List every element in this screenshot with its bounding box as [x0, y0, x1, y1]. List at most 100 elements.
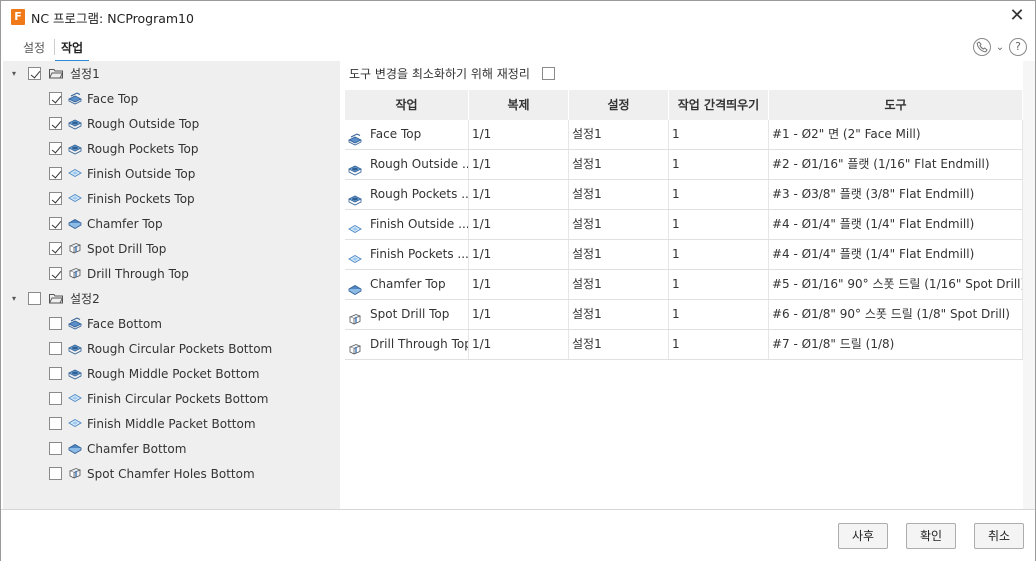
tree-operation-row[interactable]: Finish Circular Pockets Bottom [3, 386, 340, 411]
help-icon[interactable]: ? [1009, 38, 1027, 56]
cell-copy[interactable]: 1/1 [469, 240, 569, 269]
cell-setup[interactable]: 설정1 [569, 180, 669, 209]
vertical-scrollbar[interactable] [1023, 61, 1035, 509]
cell-copy[interactable]: 1/1 [469, 330, 569, 359]
table-row[interactable]: Rough Pockets ... 1/1 설정1 1 #3 - Ø3/8" 플랫 (3… [345, 180, 1023, 210]
operation-checkbox[interactable] [49, 467, 62, 480]
cell-copy[interactable]: 1/1 [469, 210, 569, 239]
phone-support-icon[interactable] [973, 38, 991, 56]
tree-operation-row[interactable]: Finish Outside Top [3, 161, 340, 186]
operation-checkbox[interactable] [49, 342, 62, 355]
tree-operation-row[interactable]: Spot Drill Top [3, 236, 340, 261]
column-header-setup[interactable]: 설정 [569, 90, 669, 120]
operation-label: Spot Chamfer Holes Bottom [87, 466, 255, 481]
cell-offset[interactable]: 1 [669, 300, 769, 329]
cell-setup[interactable]: 설정1 [569, 240, 669, 269]
tree-operation-row[interactable]: Face Bottom [3, 311, 340, 336]
tree-operation-row[interactable]: Chamfer Bottom [3, 436, 340, 461]
expand-toggle-icon[interactable]: ▾ [9, 294, 19, 303]
operation-checkbox[interactable] [49, 117, 62, 130]
tab-divider [54, 39, 55, 55]
cell-tool: #4 - Ø1/4" 플랫 (1/4" Flat Endmill) [769, 240, 1023, 269]
column-header-tool[interactable]: 도구 [769, 90, 1023, 120]
setup-checkbox[interactable] [28, 292, 41, 305]
cell-copy[interactable]: 1/1 [469, 300, 569, 329]
reorder-checkbox[interactable] [541, 66, 555, 80]
table-row[interactable]: Chamfer Top 1/1 설정1 1 #5 - Ø1/16" 90° 스폿 드릴 … [345, 270, 1023, 300]
cell-copy[interactable]: 1/1 [469, 270, 569, 299]
operation-checkbox[interactable] [49, 92, 62, 105]
drill-op-icon [68, 242, 82, 255]
table-row[interactable]: Finish Pockets ... 1/1 설정1 1 #4 - Ø1/4" 플랫 (… [345, 240, 1023, 270]
cell-setup[interactable]: 설정1 [569, 300, 669, 329]
table-row[interactable]: Spot Drill Top 1/1 설정1 1 #6 - Ø1/8" 90° 스폿 드… [345, 300, 1023, 330]
tree-operation-row[interactable]: Chamfer Top [3, 211, 340, 236]
operation-checkbox[interactable] [49, 242, 62, 255]
tree-setup-row[interactable]: ▾ 설정1 [3, 61, 340, 86]
tab-settings[interactable]: 설정 [23, 39, 45, 59]
cell-setup[interactable]: 설정1 [569, 150, 669, 179]
operation-checkbox[interactable] [49, 417, 62, 430]
tree-operation-row[interactable]: Face Top [3, 86, 340, 111]
column-header-operation[interactable]: 작업 [345, 90, 469, 120]
chamfer-op-icon [68, 442, 82, 455]
cancel-button[interactable]: 취소 [974, 523, 1024, 549]
operations-table: 작업 복제 설정 작업 간격띄우기 도구 Face Top 1/1 설정1 1 #1 -… [345, 90, 1023, 360]
cell-offset[interactable]: 1 [669, 120, 769, 149]
operation-checkbox[interactable] [49, 367, 62, 380]
operation-label: Rough Middle Pocket Bottom [87, 366, 260, 381]
cell-setup[interactable]: 설정1 [569, 210, 669, 239]
operation-checkbox[interactable] [49, 217, 62, 230]
cell-setup[interactable]: 설정1 [569, 120, 669, 149]
operation-checkbox[interactable] [49, 392, 62, 405]
tree-operation-row[interactable]: Rough Circular Pockets Bottom [3, 336, 340, 361]
tree-operation-row[interactable]: Finish Middle Packet Bottom [3, 411, 340, 436]
operation-checkbox[interactable] [49, 317, 62, 330]
finish-2d-op-icon [68, 167, 82, 180]
setup-checkbox[interactable] [28, 67, 41, 80]
tree-operation-row[interactable]: Rough Middle Pocket Bottom [3, 361, 340, 386]
operation-checkbox[interactable] [49, 267, 62, 280]
cell-copy[interactable]: 1/1 [469, 150, 569, 179]
operation-checkbox[interactable] [49, 167, 62, 180]
tree-operation-row[interactable]: Rough Outside Top [3, 111, 340, 136]
operation-checkbox[interactable] [49, 142, 62, 155]
table-row[interactable]: Face Top 1/1 설정1 1 #1 - Ø2" 면 (2" Face Mill) [345, 120, 1023, 150]
table-row[interactable]: Drill Through Top 1/1 설정1 1 #7 - Ø1/8" 드릴 (1… [345, 330, 1023, 360]
cell-offset[interactable]: 1 [669, 330, 769, 359]
tree-setup-row[interactable]: ▾ 설정2 [3, 286, 340, 311]
cell-offset[interactable]: 1 [669, 180, 769, 209]
tab-operations[interactable]: 작업 [54, 39, 90, 62]
finish-2d-op-icon [68, 417, 82, 430]
table-row[interactable]: Rough Outside ... 1/1 설정1 1 #2 - Ø1/16" 플랫 (… [345, 150, 1023, 180]
cell-setup[interactable]: 설정1 [569, 330, 669, 359]
cell-operation-text: Chamfer Top [370, 277, 446, 291]
cell-offset[interactable]: 1 [669, 150, 769, 179]
cell-copy[interactable]: 1/1 [469, 180, 569, 209]
operation-label: Face Top [87, 91, 139, 106]
cell-offset[interactable]: 1 [669, 270, 769, 299]
tree-operation-row[interactable]: Finish Pockets Top [3, 186, 340, 211]
cell-offset[interactable]: 1 [669, 210, 769, 239]
chevron-down-icon[interactable]: ⌄ [993, 42, 1007, 53]
close-icon[interactable]: ✕ [1005, 5, 1029, 29]
ok-button[interactable]: 확인 [906, 523, 956, 549]
cell-offset[interactable]: 1 [669, 240, 769, 269]
rough-2d-op-icon [348, 158, 362, 176]
column-header-offset[interactable]: 작업 간격띄우기 [669, 90, 769, 120]
postprocess-button[interactable]: 사후 [838, 523, 888, 549]
tree-operation-row[interactable]: Rough Pockets Top [3, 136, 340, 161]
rough-2d-op-icon [68, 342, 82, 355]
tree-operation-row[interactable]: Spot Chamfer Holes Bottom [3, 461, 340, 486]
expand-toggle-icon[interactable]: ▾ [9, 69, 19, 78]
cell-operation-text: Finish Pockets ... [370, 247, 469, 261]
operation-checkbox[interactable] [49, 192, 62, 205]
operation-checkbox[interactable] [49, 442, 62, 455]
cell-setup[interactable]: 설정1 [569, 270, 669, 299]
cell-copy[interactable]: 1/1 [469, 120, 569, 149]
drill-op-icon [68, 267, 82, 280]
column-header-copy[interactable]: 복제 [469, 90, 569, 120]
tree-operation-row[interactable]: Drill Through Top [3, 261, 340, 286]
cell-operation: Drill Through Top [345, 330, 469, 359]
table-row[interactable]: Finish Outside ... 1/1 설정1 1 #4 - Ø1/4" 플랫 (… [345, 210, 1023, 240]
